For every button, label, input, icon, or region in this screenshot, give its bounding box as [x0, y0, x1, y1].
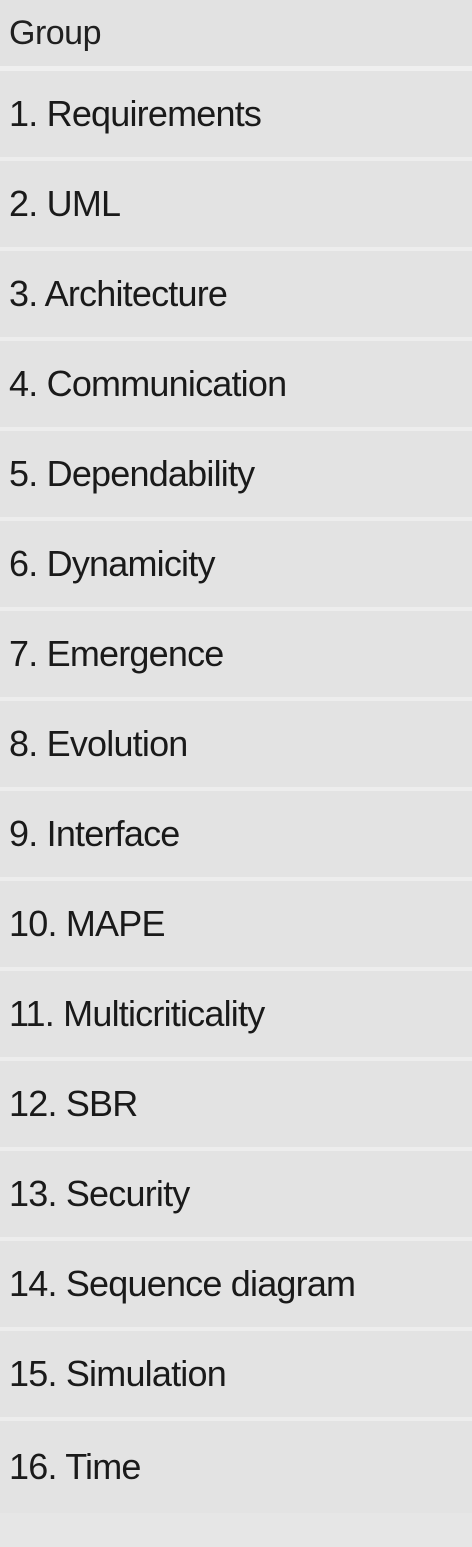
list-item-emergence[interactable]: 7. Emergence	[0, 611, 472, 701]
list-item-multicriticality[interactable]: 11. Multicriticality	[0, 971, 472, 1061]
list-item-sequence-diagram[interactable]: 14. Sequence diagram	[0, 1241, 472, 1331]
list-item-mape[interactable]: 10. MAPE	[0, 881, 472, 971]
list-item-dynamicity[interactable]: 6. Dynamicity	[0, 521, 472, 611]
list-item-time[interactable]: 16. Time	[0, 1421, 472, 1513]
list-item-architecture[interactable]: 3. Architecture	[0, 251, 472, 341]
group-list-header: Group	[0, 0, 472, 71]
list-item-communication[interactable]: 4. Communication	[0, 341, 472, 431]
list-item-sbr[interactable]: 12. SBR	[0, 1061, 472, 1151]
group-list: Group 1. Requirements 2. UML 3. Architec…	[0, 0, 472, 1513]
list-item-uml[interactable]: 2. UML	[0, 161, 472, 251]
list-item-requirements[interactable]: 1. Requirements	[0, 71, 472, 161]
list-item-security[interactable]: 13. Security	[0, 1151, 472, 1241]
list-item-dependability[interactable]: 5. Dependability	[0, 431, 472, 521]
list-item-evolution[interactable]: 8. Evolution	[0, 701, 472, 791]
list-item-interface[interactable]: 9. Interface	[0, 791, 472, 881]
list-item-simulation[interactable]: 15. Simulation	[0, 1331, 472, 1421]
